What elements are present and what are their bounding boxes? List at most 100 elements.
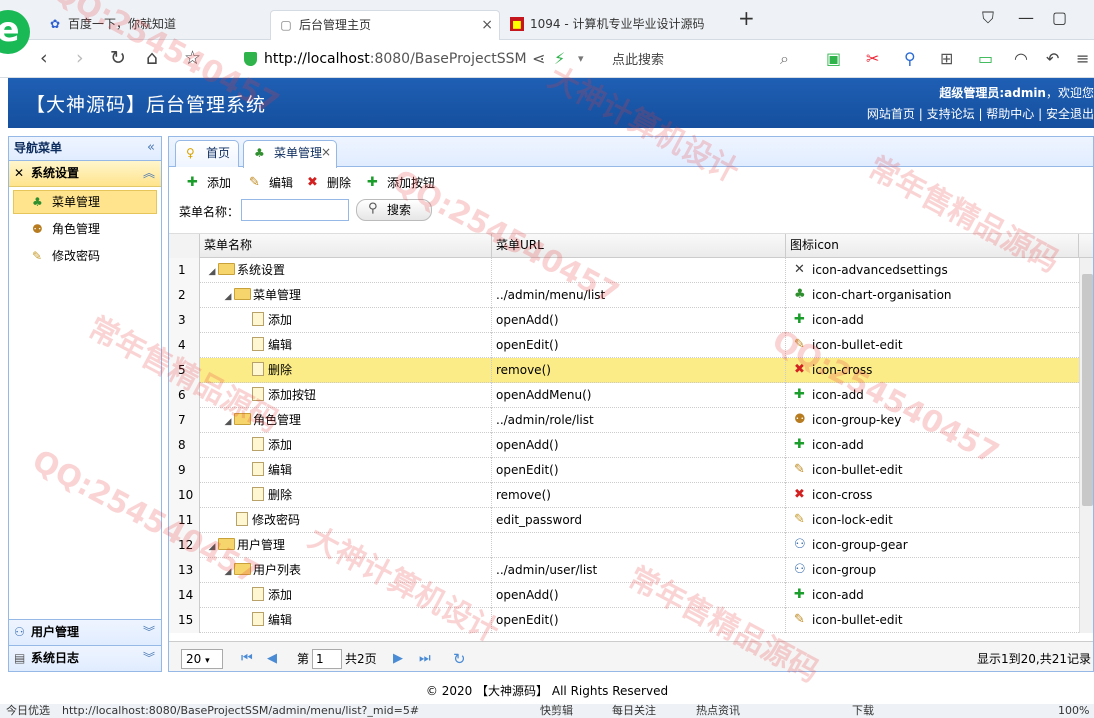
column-header[interactable]: 菜单名称 [200, 234, 492, 258]
status-item[interactable]: 快剪辑 [540, 704, 573, 718]
menu-name-cell[interactable]: ◢ 系统设置 [200, 258, 492, 283]
page-input[interactable]: 1 [312, 649, 342, 669]
refresh-icon[interactable]: ↻ [110, 48, 126, 68]
chevron-up-icon[interactable]: ︽ [143, 161, 155, 186]
chevron-down-icon[interactable]: ▾ [578, 49, 584, 69]
table-row[interactable]: 5 删除 remove() ✖ icon-cross [169, 358, 1079, 383]
last-page-icon[interactable]: ⏭ [419, 649, 431, 669]
collapse-icon[interactable]: « [147, 137, 155, 159]
menu-url-cell[interactable]: openAddMenu() [492, 383, 786, 408]
status-item[interactable]: 下载 [852, 704, 874, 718]
table-row[interactable]: 3 添加 openAdd() ✚ icon-add [169, 308, 1079, 333]
menu-icon[interactable]: ≡ [1076, 49, 1089, 69]
star-icon[interactable]: ☆ [184, 48, 201, 68]
menu-url-cell[interactable]: remove() [492, 483, 786, 508]
expand-toggle-icon[interactable]: ◢ [206, 535, 218, 559]
menu-url-cell[interactable]: openEdit() [492, 333, 786, 358]
url-field[interactable]: http://localhost:8080/BaseProjectSSM [240, 47, 580, 71]
tab-home[interactable]: ♀ 首页 [175, 140, 239, 167]
menu-icon-cell[interactable]: ✕ icon-advancedsettings [786, 258, 1079, 283]
table-row[interactable]: 7 ◢ 角色管理 ../admin/role/list ⚉ icon-group-key [169, 408, 1079, 433]
reload-icon[interactable]: ↻ [453, 649, 466, 669]
link-logout[interactable]: 安全退出 [1046, 107, 1094, 121]
browser-tab-baidu[interactable]: ✿ 百度一下，你就知道 [40, 10, 268, 40]
menu-name-cell[interactable]: 删除 [200, 358, 492, 383]
menu-url-cell[interactable]: ../admin/menu/list [492, 283, 786, 308]
bolt-icon[interactable]: ⚡ [554, 49, 565, 69]
expand-toggle-icon[interactable]: ◢ [222, 560, 234, 584]
menu-name-cell[interactable]: 添加 [200, 433, 492, 458]
sidebar-item-menu[interactable]: ♣ 菜单管理 [13, 190, 157, 214]
prev-page-icon[interactable]: ◀ [267, 649, 277, 669]
magnifier-icon[interactable]: ⚲ [904, 49, 916, 69]
add-button-button[interactable]: ✚ 添加按钮 [367, 175, 435, 191]
remove-button[interactable]: ✖ 删除 [307, 175, 351, 191]
edit-button[interactable]: ✎ 编辑 [249, 175, 293, 191]
tab-menu[interactable]: ♣ 菜单管理 × [243, 140, 337, 168]
sidebar-item-role[interactable]: ⚉ 角色管理 [13, 217, 157, 241]
menu-icon-cell[interactable]: ✎ icon-bullet-edit [786, 608, 1079, 633]
home-icon[interactable]: ⌂ [146, 48, 158, 68]
menu-url-cell[interactable]: openEdit() [492, 608, 786, 633]
headphones-icon[interactable]: ◠ [1014, 49, 1028, 69]
column-header[interactable]: 图标icon [786, 234, 1079, 258]
table-row[interactable]: 8 添加 openAdd() ✚ icon-add [169, 433, 1079, 458]
table-row[interactable]: 1 ◢ 系统设置 ✕ icon-advancedsettings [169, 258, 1079, 283]
scrollbar-thumb[interactable] [1082, 274, 1093, 506]
menu-name-cell[interactable]: ◢ 角色管理 [200, 408, 492, 433]
scissors-icon[interactable]: ✂ [866, 49, 879, 69]
menu-icon-cell[interactable]: ✎ icon-lock-edit [786, 508, 1079, 533]
menu-url-cell[interactable]: openAdd() [492, 583, 786, 608]
table-row[interactable]: 4 编辑 openEdit() ✎ icon-bullet-edit [169, 333, 1079, 358]
expand-toggle-icon[interactable]: ◢ [222, 285, 234, 309]
menu-name-cell[interactable]: ◢ 用户列表 [200, 558, 492, 583]
add-button[interactable]: ✚ 添加 [187, 175, 231, 191]
menu-icon-cell[interactable]: ✎ icon-bullet-edit [786, 458, 1079, 483]
menu-icon-cell[interactable]: ⚇ icon-group-gear [786, 533, 1079, 558]
menu-icon-cell[interactable]: ✚ icon-add [786, 308, 1079, 333]
sidebar-item-password[interactable]: ✎ 修改密码 [13, 244, 157, 268]
search-icon[interactable]: ⌕ [780, 49, 789, 69]
browser-tab-admin[interactable]: ▢ 后台管理主页 × [270, 10, 500, 40]
menu-url-cell[interactable]: edit_password [492, 508, 786, 533]
zoom-level[interactable]: 100% [1058, 704, 1089, 718]
close-tab-icon[interactable]: × [481, 11, 493, 39]
menu-url-cell[interactable] [492, 258, 786, 283]
status-item[interactable]: 每日关注 [612, 704, 656, 718]
translate-icon[interactable]: ▣ [826, 49, 841, 69]
minimize-icon[interactable]: — [1018, 8, 1034, 27]
menu-name-cell[interactable]: 添加 [200, 308, 492, 333]
expand-toggle-icon[interactable]: ◢ [206, 260, 218, 284]
table-row[interactable]: 13 ◢ 用户列表 ../admin/user/list ⚇ icon-group [169, 558, 1079, 583]
menu-icon-cell[interactable]: ♣ icon-chart-organisation [786, 283, 1079, 308]
menu-icon-cell[interactable]: ✖ icon-cross [786, 483, 1079, 508]
menu-icon-cell[interactable]: ✚ icon-add [786, 383, 1079, 408]
link-forum[interactable]: 支持论坛 [927, 107, 975, 121]
menu-icon-cell[interactable]: ✎ icon-bullet-edit [786, 333, 1079, 358]
expand-toggle-icon[interactable]: ◢ [222, 410, 234, 434]
table-row[interactable]: 9 编辑 openEdit() ✎ icon-bullet-edit [169, 458, 1079, 483]
back-icon[interactable]: ‹ [40, 48, 48, 68]
table-row[interactable]: 11 修改密码 edit_password ✎ icon-lock-edit [169, 508, 1079, 533]
menu-url-cell[interactable]: openEdit() [492, 458, 786, 483]
menu-name-cell[interactable]: 编辑 [200, 333, 492, 358]
search-button[interactable]: ⚲ 搜索 [356, 199, 432, 221]
sidebar-group-system[interactable]: ✕ 系统设置 ︽ [9, 161, 161, 187]
menu-name-cell[interactable]: ◢ 用户管理 [200, 533, 492, 558]
battery-icon[interactable]: ▭ [978, 49, 993, 69]
close-icon[interactable]: × [321, 140, 331, 165]
menu-name-cell[interactable]: 添加按钮 [200, 383, 492, 408]
new-tab-button[interactable]: + [738, 6, 755, 30]
menu-name-cell[interactable]: 编辑 [200, 458, 492, 483]
link-help[interactable]: 帮助中心 [986, 107, 1034, 121]
apps-icon[interactable]: ⊞ [940, 49, 953, 69]
browser-search-input[interactable]: 点此搜索 [612, 49, 792, 68]
first-page-icon[interactable]: ⏮ [241, 649, 253, 669]
table-row[interactable]: 15 编辑 openEdit() ✎ icon-bullet-edit [169, 608, 1079, 633]
menu-name-cell[interactable]: 删除 [200, 483, 492, 508]
table-row[interactable]: 6 添加按钮 openAddMenu() ✚ icon-add [169, 383, 1079, 408]
status-item[interactable]: 热点资讯 [696, 704, 740, 718]
forward-icon[interactable]: › [76, 48, 84, 68]
menu-name-cell[interactable]: 修改密码 [200, 508, 492, 533]
undo-icon[interactable]: ↶ [1046, 49, 1059, 69]
